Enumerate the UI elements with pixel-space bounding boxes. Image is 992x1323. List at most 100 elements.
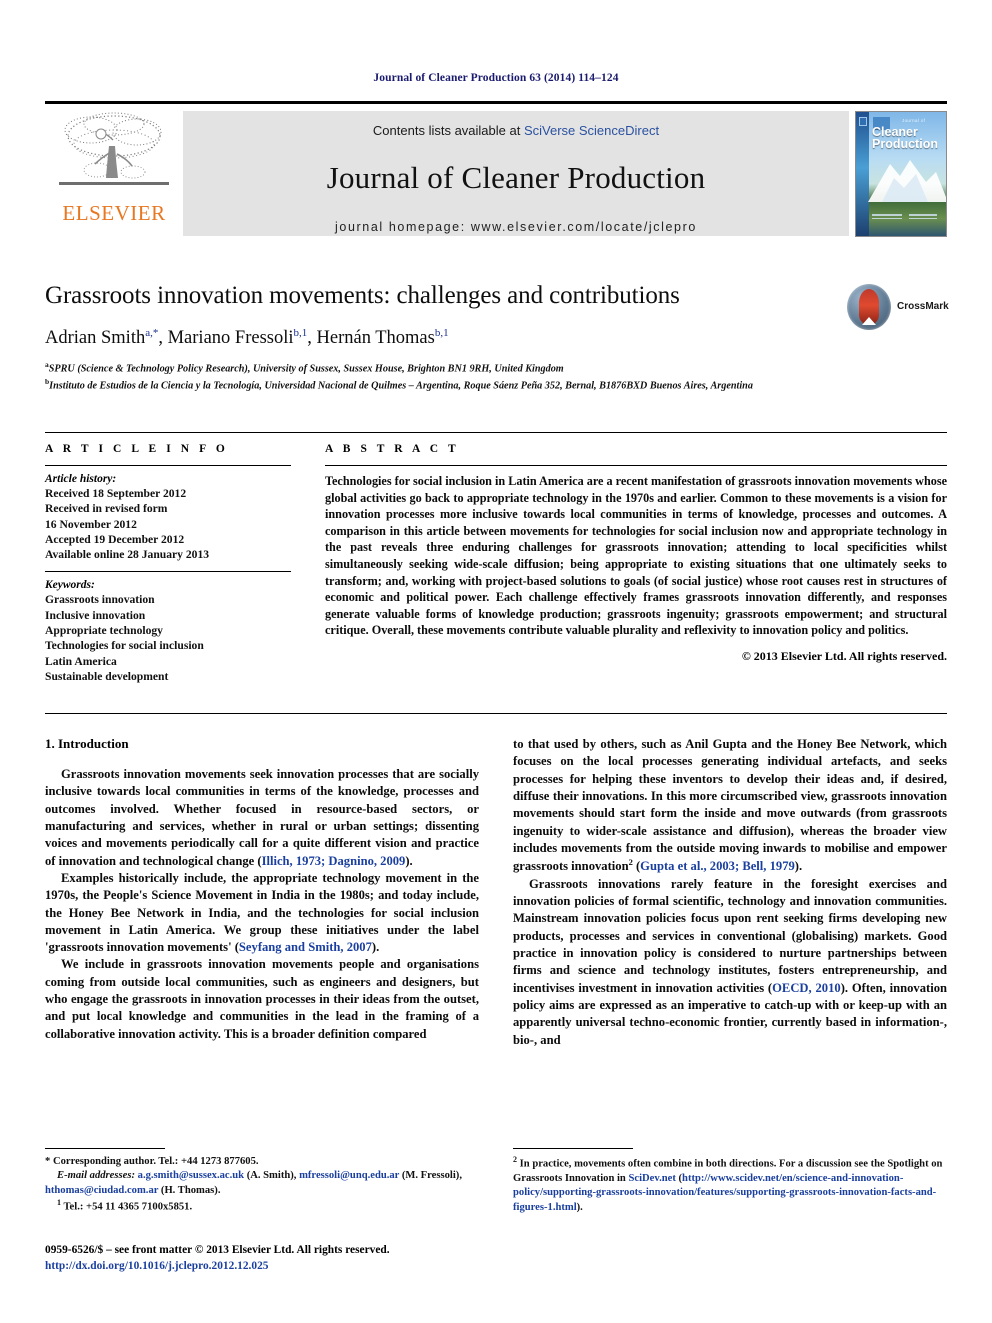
email-link[interactable]: hthomas@ciudad.com.ar: [45, 1185, 158, 1196]
elsevier-wordmark: ELSEVIER: [62, 201, 166, 225]
info-abstract-band: A R T I C L E I N F O Article history: R…: [45, 432, 947, 684]
history-item: Received 18 September 2012: [45, 487, 187, 500]
sciencedirect-link[interactable]: SciVerse ScienceDirect: [524, 123, 659, 138]
crossmark-badge[interactable]: CrossMark: [847, 284, 949, 336]
paragraph-text: We include in grassroots innovation move…: [45, 957, 479, 1041]
article-info-rule: [45, 465, 291, 466]
keywords-label: Keywords:: [45, 579, 95, 592]
citation-link[interactable]: Gupta et al., 2003; Bell, 1979: [640, 859, 795, 873]
email-owner: (A. Smith),: [244, 1170, 300, 1182]
journal-cover-wrap: Journal of Cleaner Production: [849, 111, 947, 237]
article-info-column: A R T I C L E I N F O Article history: R…: [45, 443, 291, 684]
crossmark-icon: [847, 284, 891, 330]
scidev-brand[interactable]: SciDev.net: [628, 1173, 675, 1184]
abstract-rule: [325, 465, 947, 466]
title-block: Grassroots innovation movements: challen…: [45, 282, 949, 393]
citation-link[interactable]: Seyfang and Smith, 2007: [239, 940, 372, 954]
paragraph-text: Grassroots innovation movements seek inn…: [45, 767, 479, 868]
doi-link[interactable]: http://dx.doi.org/10.1016/j.jclepro.2012…: [45, 1259, 545, 1275]
author-marks-3: b,1: [434, 326, 449, 339]
affiliations: aSPRU (Science & Technology Policy Resea…: [45, 360, 925, 393]
body-right-column: to that used by others, such as Anil Gup…: [513, 736, 947, 1049]
author-marks-2: b,1: [293, 326, 308, 339]
elsevier-logo: ELSEVIER: [45, 104, 183, 236]
legal-block: 0959-6526/$ – see front matter © 2013 El…: [45, 1243, 545, 1275]
corresponding-author-note: * Corresponding author. Tel.: +44 1273 8…: [45, 1156, 259, 1167]
masthead-center-panel: Contents lists available at SciVerse Sci…: [183, 111, 849, 236]
paragraph: to that used by others, such as Anil Gup…: [513, 736, 947, 876]
email-addresses-note: E-mail addresses: a.g.smith@sussex.ac.uk…: [45, 1169, 479, 1198]
author-list: Adrian Smitha,*, Mariano Fressolib,1, He…: [45, 326, 449, 348]
cover-mountain-art: [868, 160, 946, 202]
author-name-1[interactable]: Adrian Smith: [45, 328, 145, 348]
keyword-item: Inclusive innovation: [45, 608, 146, 622]
abstract-copyright: © 2013 Elsevier Ltd. All rights reserved…: [741, 648, 947, 663]
elsevier-tree-icon: [59, 112, 169, 185]
journal-homepage-link[interactable]: journal homepage: www.elsevier.com/locat…: [335, 220, 697, 234]
history-item: Accepted 19 December 2012: [45, 532, 185, 546]
history-item: Received in revised form: [45, 502, 168, 516]
paragraph-tail: ).: [405, 853, 413, 868]
keyword-item: Grassroots innovation: [45, 593, 155, 607]
section-heading-introduction: 1. Introduction: [45, 736, 129, 751]
keyword-item: Sustainable development: [45, 669, 169, 683]
footnote-rule: [45, 1148, 165, 1149]
paragraph-tail: ).: [794, 859, 803, 874]
contents-prefix: Contents lists available at: [372, 123, 524, 138]
paragraph-text: to that used by others, such as Anil Gup…: [513, 737, 947, 874]
running-head: Journal of Cleaner Production 63 (2014) …: [373, 72, 619, 84]
author-name-3[interactable]: Hernán Thomas: [317, 328, 435, 348]
cover-title-line2: Production: [872, 137, 938, 152]
email-owner: (M. Fressoli),: [399, 1170, 462, 1182]
crossmark-label: CrossMark: [897, 301, 949, 312]
paragraph: We include in grassroots innovation move…: [45, 956, 479, 1043]
footnotes-left: * Corresponding author. Tel.: +44 1273 8…: [45, 1148, 479, 1215]
cover-footer-lines: [872, 214, 944, 232]
email-link[interactable]: a.g.smith@sussex.ac.uk: [138, 1170, 244, 1181]
journal-title: Journal of Cleaner Production: [326, 160, 706, 195]
contents-available-line: Contents lists available at SciVerse Sci…: [373, 123, 659, 138]
article-info-heading: A R T I C L E I N F O: [45, 443, 229, 455]
keyword-item: Latin America: [45, 654, 117, 668]
footnotes-right: 2 In practice, movements often combine i…: [513, 1148, 947, 1215]
body-left-column: 1. Introduction Grassroots innovation mo…: [45, 736, 479, 1049]
paragraph: Examples historically include, the appro…: [45, 870, 479, 957]
paragraph: Grassroots innovation movements seek inn…: [45, 766, 479, 870]
keyword-item: Appropriate technology: [45, 624, 163, 638]
email-link[interactable]: mfressoli@unq.edu.ar: [299, 1170, 399, 1181]
abstract-column: A B S T R A C T Technologies for social …: [325, 443, 947, 684]
history-item: Available online 28 January 2013: [45, 548, 210, 562]
footnote-2: 2 In practice, movements often combine i…: [513, 1155, 947, 1215]
affiliation-b: bInstituto de Estudios de la Ciencia y l…: [45, 377, 925, 393]
author-name-2[interactable]: Mariano Fressoli: [168, 328, 294, 348]
abstract-text: Technologies for social inclusion in Lat…: [325, 474, 947, 638]
keywords-rule: [45, 571, 291, 573]
paragraph: Grassroots innovations rarely feature in…: [513, 876, 947, 1049]
footnote-1-marker: 1: [57, 1198, 61, 1208]
email-label: E-mail addresses:: [57, 1170, 135, 1182]
footnote-1-text: Tel.: +54 11 4365 7100x5851.: [63, 1201, 193, 1213]
citation-link[interactable]: Illich, 1973; Dagnino, 2009: [262, 854, 406, 868]
history-item: 16 November 2012: [45, 517, 137, 531]
journal-cover-image: Journal of Cleaner Production: [855, 111, 947, 237]
affiliation-text-b: Instituto de Estudios de la Ciencia y la…: [49, 379, 753, 391]
abstract-heading: A B S T R A C T: [325, 443, 460, 455]
keyword-item: Technologies for social inclusion: [45, 639, 204, 653]
paragraph-text: Grassroots innovations rarely feature in…: [513, 876, 947, 995]
footnote-2-paren-close: ).: [576, 1201, 583, 1213]
cover-title: Cleaner Production: [872, 126, 943, 151]
issn-line: 0959-6526/$ – see front matter © 2013 El…: [45, 1244, 390, 1256]
citation-link[interactable]: OECD, 2010: [772, 981, 841, 995]
article-first-page: Journal of Cleaner Production 63 (2014) …: [0, 0, 992, 1323]
affiliation-a: aSPRU (Science & Technology Policy Resea…: [45, 360, 925, 376]
footnote-1: 1 Tel.: +54 11 4365 7100x5851.: [45, 1198, 479, 1215]
author-marks-1: a,*: [145, 326, 159, 339]
journal-masthead: ELSEVIER Contents lists available at Sci…: [45, 101, 947, 237]
affiliation-text-a: SPRU (Science & Technology Policy Resear…: [48, 363, 564, 375]
band-bottom-rule: [45, 713, 947, 714]
footnote-rule: [513, 1148, 633, 1149]
paragraph-tail: ).: [371, 940, 380, 955]
cover-badge-icon: [859, 117, 867, 126]
email-owner: (H. Thomas).: [158, 1184, 221, 1196]
article-title: Grassroots innovation movements: challen…: [45, 282, 680, 309]
